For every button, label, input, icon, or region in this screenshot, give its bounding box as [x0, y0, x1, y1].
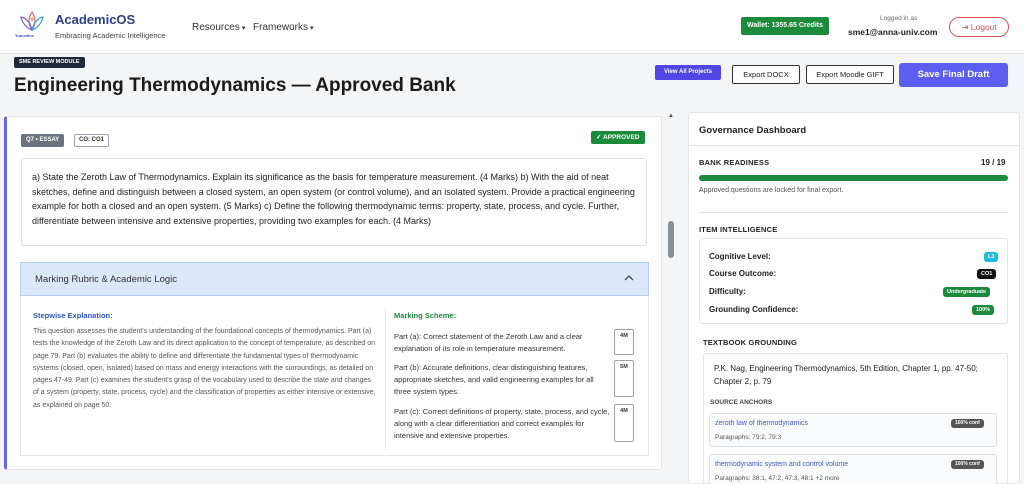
marks-badge-c: 4M	[614, 404, 634, 442]
item-intelligence-label: ITEM INTELLIGENCE	[699, 225, 778, 234]
textbook-citation: P.K. Nag, Engineering Thermodynamics, 5t…	[714, 364, 978, 386]
divider	[699, 212, 1008, 213]
logo-subtext: Yumedine	[15, 33, 34, 38]
anchor-title[interactable]: zeroth law of thermodynamics	[715, 420, 808, 427]
bank-readiness-label: BANK READINESS	[699, 158, 770, 167]
stepwise-heading: Stepwise Explanation:	[33, 311, 113, 320]
governance-title: Governance Dashboard	[699, 125, 807, 136]
module-badge: SME REVIEW MODULE	[14, 57, 85, 68]
question-text[interactable]: a) State the Zeroth Law of Thermodynamic…	[21, 158, 647, 246]
logout-button[interactable]: ⇥ Logout	[949, 17, 1009, 37]
export-moodle-gift-button[interactable]: Export Moodle GIFT	[806, 65, 894, 84]
anchor-title[interactable]: thermodynamic system and control volume	[715, 461, 848, 468]
nav-resources[interactable]: Resources ▾	[192, 22, 245, 33]
readiness-progress-bar	[699, 175, 1008, 181]
caret-down-icon: ▾	[310, 25, 314, 32]
user-email: sme1@anna-univ.com	[848, 27, 938, 37]
grounding-confidence-label: Grounding Confidence:	[709, 305, 799, 314]
marks-badge-a: 4M	[614, 329, 634, 355]
difficulty-badge: Undergraduate	[943, 287, 991, 297]
anchor-paragraphs: Paragraphs: 79:2, 79:3	[715, 434, 782, 441]
question-type-chip: Q7 • ESSAY	[21, 134, 65, 147]
save-final-draft-button[interactable]: Save Final Draft	[899, 63, 1008, 87]
readiness-progress-fill	[699, 175, 1008, 181]
caret-down-icon: ▾	[241, 25, 246, 32]
marks-badge-b: 5M	[614, 360, 634, 397]
scheme-item-b: Part (b): Accurate definitions, clear di…	[394, 363, 594, 396]
course-outcome-chip: CO: CO1	[74, 134, 110, 147]
locked-note: Approved questions are locked for final …	[699, 187, 844, 194]
rubric-title: Marking Rubric & Academic Logic	[35, 274, 178, 285]
nav-frameworks[interactable]: Frameworks ▾	[253, 22, 314, 33]
rubric-divider	[385, 309, 386, 449]
stepwise-explanation: This question assesses the student's und…	[33, 328, 376, 409]
cognitive-level-badge: L3	[984, 252, 999, 262]
confidence-badge: 100% conf	[951, 419, 984, 428]
difficulty-label: Difficulty:	[709, 287, 746, 296]
scheme-item-a: Part (a): Correct statement of the Zerot…	[394, 332, 583, 353]
source-anchors-label: SOURCE ANCHORS	[710, 399, 773, 406]
confidence-badge: 100% conf	[951, 460, 984, 469]
divider	[689, 145, 1019, 146]
wallet-badge: Wallet: 1355.65 Credits	[741, 17, 829, 35]
chevron-up-icon	[624, 275, 634, 281]
nav-frameworks-label: Frameworks	[253, 22, 309, 33]
nav-resources-label: Resources	[192, 22, 240, 33]
course-outcome-label: Course Outcome:	[709, 269, 777, 278]
brand-name[interactable]: AcademicOS	[55, 12, 135, 27]
scheme-item-c: Part (c): Correct definitions of propert…	[394, 407, 610, 440]
textbook-grounding-label: TEXTBOOK GROUNDING	[703, 338, 798, 347]
cognitive-level-label: Cognitive Level:	[709, 252, 771, 261]
page-title: Engineering Thermodynamics — Approved Ba…	[14, 75, 456, 96]
scrollbar-thumb[interactable]	[668, 221, 674, 258]
main-scrollbar[interactable]	[666, 112, 676, 484]
logout-icon: ⇥	[961, 22, 969, 32]
grounding-confidence-badge: 100%	[972, 305, 995, 315]
anchor-paragraphs: Paragraphs: 38:1, 47:2, 47:3, 48:1 +2 mo…	[715, 475, 840, 482]
logout-label: Logout	[970, 22, 997, 32]
marking-scheme-heading: Marking Scheme:	[394, 311, 457, 320]
top-navbar: Yumedine AcademicOS Embracing Academic I…	[0, 0, 1024, 54]
approved-status-badge: ✓ APPROVED	[591, 131, 645, 144]
rubric-accordion-header[interactable]: Marking Rubric & Academic Logic	[20, 262, 649, 296]
brand-tagline: Embracing Academic Intelligence	[55, 31, 166, 40]
export-docx-button[interactable]: Export DOCX	[732, 65, 800, 84]
view-all-projects-button[interactable]: View All Projects	[655, 65, 721, 80]
logged-in-label: Logged in as	[880, 15, 918, 22]
readiness-count: 19 / 19	[981, 158, 1006, 167]
course-outcome-badge: CO1	[977, 269, 997, 279]
scroll-up-arrow-icon[interactable]: ▲	[668, 113, 674, 119]
